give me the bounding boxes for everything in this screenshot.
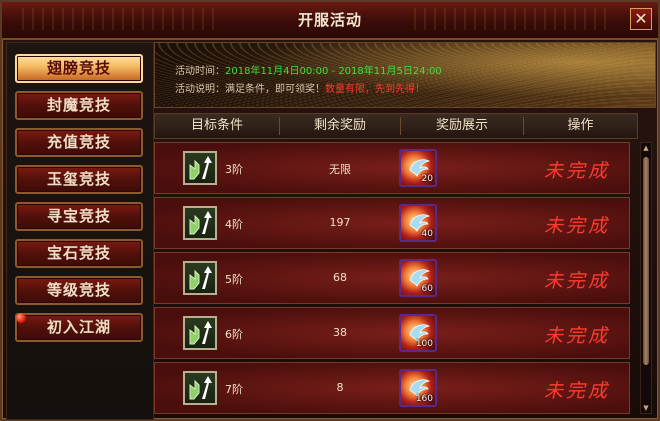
table-row: 5阶 68 60 未完成 bbox=[154, 252, 630, 304]
activity-desc-warning: 数量有限，先到先得！ bbox=[325, 84, 425, 95]
sidebar-item-treasure-hunt[interactable]: 寻宝竞技 bbox=[15, 202, 143, 231]
reward-wing-icon[interactable]: 40 bbox=[399, 204, 437, 242]
activity-window: 开服活动 ✕ 翅膀竞技 封魔竞技 充值竞技 玉玺竞技 寻宝竞技 宝石竞技 等级竞… bbox=[0, 0, 660, 421]
sidebar-item-jade-seal[interactable]: 玉玺竞技 bbox=[15, 165, 143, 194]
reward-list: 3阶 无限 20 未完成 4阶 197 40 未完成 5阶 68 60 未完成 … bbox=[154, 142, 638, 418]
tier-label: 5阶 bbox=[225, 273, 243, 286]
wing-upgrade-icon[interactable] bbox=[183, 151, 217, 185]
header-remaining-rewards: 剩余奖励 bbox=[313, 118, 366, 133]
scrollbar-thumb[interactable] bbox=[643, 157, 649, 365]
tier-label: 7阶 bbox=[225, 383, 243, 396]
status-incomplete[interactable]: 未完成 bbox=[539, 156, 615, 183]
header-reward-display: 奖励展示 bbox=[435, 118, 488, 133]
reward-wing-icon[interactable]: 100 bbox=[399, 314, 437, 352]
title-bar[interactable]: 开服活动 ✕ bbox=[2, 2, 658, 40]
wing-upgrade-icon[interactable] bbox=[183, 371, 217, 405]
tier-label: 6阶 bbox=[225, 328, 243, 341]
activity-time-label: 活动时间： bbox=[175, 66, 225, 77]
window-title: 开服活动 bbox=[297, 11, 362, 29]
wing-upgrade-icon[interactable] bbox=[183, 316, 217, 350]
scrollbar[interactable]: ▲ ▼ bbox=[640, 142, 652, 414]
reward-count: 60 bbox=[421, 284, 433, 294]
reward-wing-icon[interactable]: 20 bbox=[399, 149, 437, 187]
tier-label: 3阶 bbox=[225, 163, 243, 176]
reward-count: 40 bbox=[421, 229, 433, 239]
status-incomplete[interactable]: 未完成 bbox=[539, 321, 615, 348]
sidebar-item-newcomer[interactable]: 初入江湖 bbox=[15, 313, 143, 342]
scroll-up-icon[interactable]: ▲ bbox=[642, 144, 650, 152]
remaining-count: 68 bbox=[333, 271, 347, 284]
remaining-count: 38 bbox=[333, 326, 347, 339]
status-incomplete[interactable]: 未完成 bbox=[539, 376, 615, 403]
table-row: 6阶 38 100 未完成 bbox=[154, 307, 630, 359]
reward-count: 20 bbox=[421, 174, 433, 184]
wing-upgrade-icon[interactable] bbox=[183, 206, 217, 240]
activity-desc-line: 活动说明：满足条件，即可领奖！数量有限，先到先得！ bbox=[175, 80, 425, 95]
reward-wing-icon[interactable]: 60 bbox=[399, 259, 437, 297]
status-incomplete[interactable]: 未完成 bbox=[539, 211, 615, 238]
table-header: 目标条件 剩余奖励 奖励展示 操作 bbox=[154, 113, 638, 139]
close-button[interactable]: ✕ bbox=[630, 8, 652, 30]
wing-upgrade-icon[interactable] bbox=[183, 261, 217, 295]
status-incomplete[interactable]: 未完成 bbox=[539, 266, 615, 293]
activity-time-line: 活动时间：2018年11月4日00:00 - 2018年11月5日24:00 bbox=[175, 62, 442, 77]
remaining-count: 197 bbox=[329, 216, 351, 229]
sidebar-item-wings[interactable]: 翅膀竞技 bbox=[15, 54, 143, 83]
sidebar-item-demon-seal[interactable]: 封魔竞技 bbox=[15, 91, 143, 120]
table-row: 3阶 无限 20 未完成 bbox=[154, 142, 630, 194]
tier-label: 4阶 bbox=[225, 218, 243, 231]
reward-count: 160 bbox=[415, 394, 433, 404]
remaining-count: 无限 bbox=[329, 163, 351, 176]
activity-time-value: 2018年11月4日00:00 - 2018年11月5日24:00 bbox=[225, 66, 442, 77]
header-target-condition: 目标条件 bbox=[190, 118, 243, 133]
sidebar-item-recharge[interactable]: 充值竞技 bbox=[15, 128, 143, 157]
remaining-count: 8 bbox=[336, 381, 344, 394]
sidebar-item-level[interactable]: 等级竞技 bbox=[15, 276, 143, 305]
scroll-down-icon[interactable]: ▼ bbox=[642, 404, 650, 412]
table-row: 7阶 8 160 未完成 bbox=[154, 362, 630, 414]
main-panel: 活动时间：2018年11月4日00:00 - 2018年11月5日24:00 活… bbox=[154, 42, 656, 418]
header-action: 操作 bbox=[567, 118, 594, 133]
activity-banner: 活动时间：2018年11月4日00:00 - 2018年11月5日24:00 活… bbox=[154, 42, 656, 108]
activity-desc-label: 活动说明：满足条件，即可领奖！ bbox=[175, 84, 325, 95]
reward-wing-icon[interactable]: 160 bbox=[399, 369, 437, 407]
table-row: 4阶 197 40 未完成 bbox=[154, 197, 630, 249]
sidebar: 翅膀竞技 封魔竞技 充值竞技 玉玺竞技 寻宝竞技 宝石竞技 等级竞技 初入江湖 bbox=[6, 42, 154, 420]
reward-count: 100 bbox=[415, 339, 433, 349]
notification-dot-icon bbox=[16, 313, 26, 323]
sidebar-item-gems[interactable]: 宝石竞技 bbox=[15, 239, 143, 268]
